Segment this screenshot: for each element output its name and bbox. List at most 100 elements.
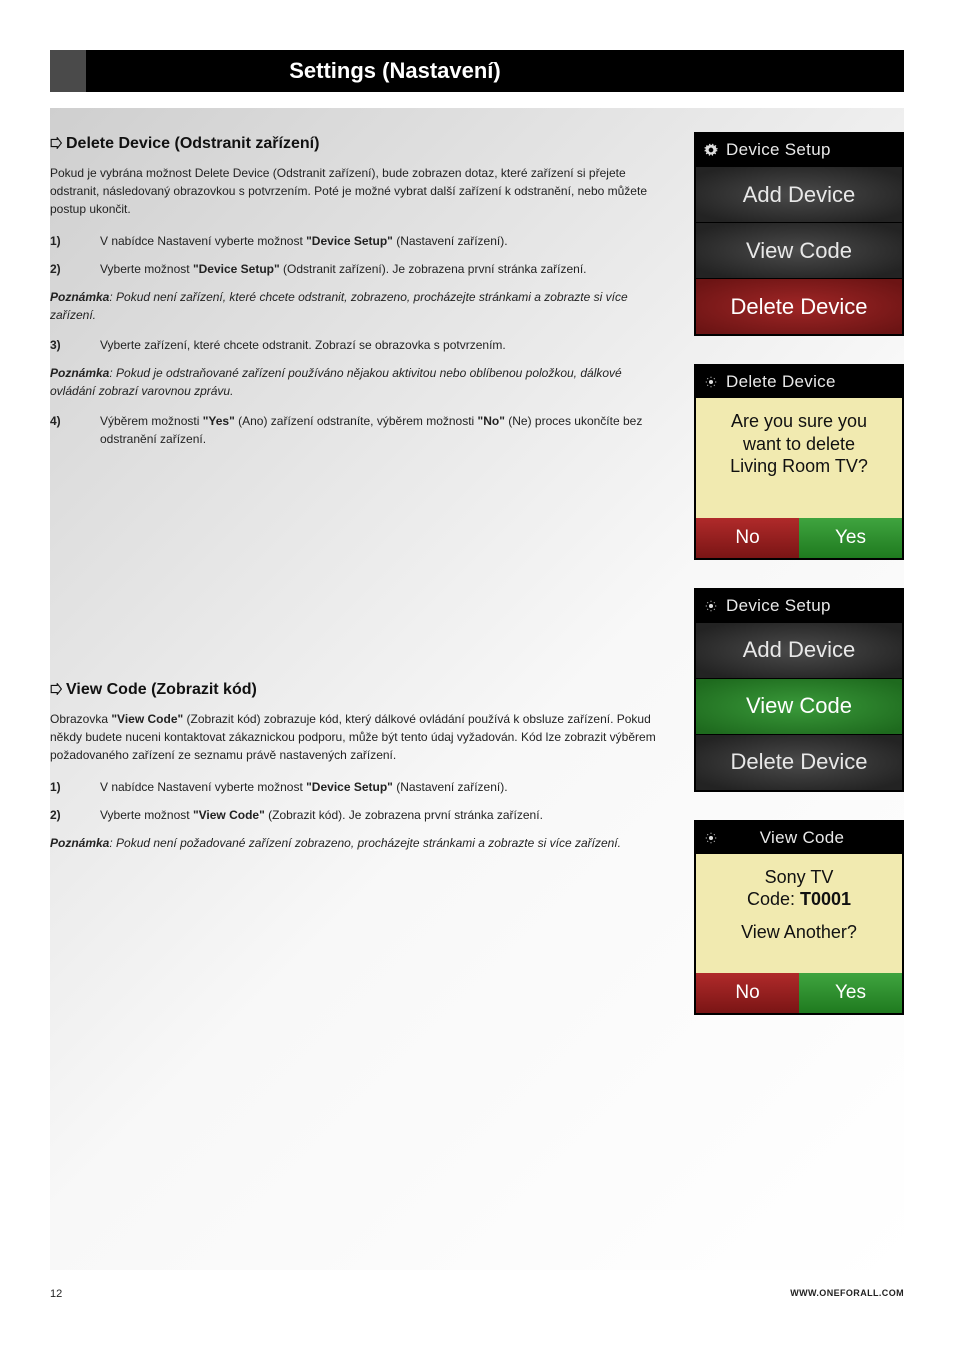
note-text: : Pokud není zařízení, které chcete odst… — [50, 290, 628, 322]
menu-add-device[interactable]: Add Device — [696, 166, 902, 222]
confirm-line: Living Room TV? — [704, 455, 894, 478]
gear-icon — [704, 599, 718, 613]
screen-header: Device Setup — [696, 590, 902, 622]
t: Vyberte možnost — [100, 262, 193, 276]
code-line: Code: T0001 — [704, 888, 894, 911]
yes-button[interactable]: Yes — [799, 518, 902, 558]
screen-title: Device Setup — [726, 140, 831, 160]
step-text: Výběrem možnosti "Yes" (Ano) zařízení od… — [100, 412, 664, 448]
step-row: 1) V nabídce Nastavení vyberte možnost "… — [50, 232, 664, 250]
step-text: Vyberte možnost "View Code" (Zobrazit kó… — [100, 806, 664, 824]
step-row: 2) Vyberte možnost "Device Setup" (Odstr… — [50, 260, 664, 278]
no-button[interactable]: No — [696, 973, 799, 1013]
arrow-right-icon — [50, 683, 62, 695]
step-row: 3) Vyberte zařízení, které chcete odstra… — [50, 336, 664, 354]
code-value: T0001 — [800, 889, 851, 909]
screen-title: Delete Device — [726, 372, 836, 392]
t: (Nastavení zařízení). — [393, 780, 508, 794]
step-text: V nabídce Nastavení vyberte možnost "Dev… — [100, 778, 664, 796]
page-title: Settings (Nastavení) — [86, 58, 904, 84]
t: "Device Setup" — [306, 234, 393, 248]
gear-icon — [704, 831, 718, 845]
screen-header: View Code — [696, 822, 902, 854]
left-column: Delete Device (Odstranit zařízení) Pokud… — [50, 132, 664, 1015]
menu-add-device[interactable]: Add Device — [696, 622, 902, 678]
t: Vyberte možnost — [100, 808, 193, 822]
view-another: View Another? — [704, 921, 894, 944]
t: V nabídce Nastavení vyberte možnost — [100, 780, 306, 794]
t: "View Code" — [111, 712, 183, 726]
note-label: Poznámka — [50, 290, 109, 304]
right-column: Device Setup Add Device View Code Delete… — [694, 132, 904, 1015]
step-number: 1) — [50, 778, 100, 796]
screen-title: View Code — [726, 828, 892, 848]
t: "Yes" — [203, 414, 235, 428]
no-button[interactable]: No — [696, 518, 799, 558]
screen-device-setup-delete: Device Setup Add Device View Code Delete… — [694, 132, 904, 336]
screen-title: Device Setup — [726, 596, 831, 616]
confirm-body: Are you sure you want to delete Living R… — [696, 398, 902, 518]
section2-intro: Obrazovka "View Code" (Zobrazit kód) zob… — [50, 710, 664, 764]
step-text: Vyberte zařízení, které chcete odstranit… — [100, 336, 664, 354]
t: (Ano) zařízení odstraníte, výběrem možno… — [235, 414, 478, 428]
step-number: 4) — [50, 412, 100, 448]
step-text: Vyberte možnost "Device Setup" (Odstrani… — [100, 260, 664, 278]
menu-view-code[interactable]: View Code — [696, 678, 902, 734]
t: Obrazovka — [50, 712, 111, 726]
code-label: Code: — [747, 889, 800, 909]
section2-heading: View Code (Zobrazit kód) — [50, 678, 664, 702]
code-body: Sony TV Code: T0001 View Another? — [696, 854, 902, 974]
note-label: Poznámka — [50, 366, 109, 380]
screen-delete-confirm: Delete Device Are you sure you want to d… — [694, 364, 904, 560]
t: (Nastavení zařízení). — [393, 234, 508, 248]
arrow-right-icon — [50, 137, 62, 149]
section2-heading-text: View Code (Zobrazit kód) — [66, 681, 257, 698]
confirm-buttons: No Yes — [696, 518, 902, 558]
page-number: 12 — [50, 1288, 62, 1300]
note-text: : Pokud je odstraňované zařízení používá… — [50, 366, 622, 398]
step-number: 2) — [50, 260, 100, 278]
step-row: 4) Výběrem možnosti "Yes" (Ano) zařízení… — [50, 412, 664, 448]
footer: 12 WWW.ONEFORALL.COM — [50, 1288, 904, 1300]
screen-device-setup-viewcode: Device Setup Add Device View Code Delete… — [694, 588, 904, 792]
t: (Zobrazit kód). Je zobrazena první strán… — [265, 808, 543, 822]
screen-view-code: View Code Sony TV Code: T0001 View Anoth… — [694, 820, 904, 1016]
section1-heading: Delete Device (Odstranit zařízení) — [50, 132, 664, 156]
menu-view-code[interactable]: View Code — [696, 222, 902, 278]
gear-icon — [704, 375, 718, 389]
step-row: 2) Vyberte možnost "View Code" (Zobrazit… — [50, 806, 664, 824]
tab-indicator — [50, 50, 86, 92]
screen-header: Device Setup — [696, 134, 902, 166]
step-number: 2) — [50, 806, 100, 824]
note2: Poznámka: Pokud je odstraňované zařízení… — [50, 364, 664, 400]
confirm-buttons: No Yes — [696, 973, 902, 1013]
step-row: 1) V nabídce Nastavení vyberte možnost "… — [50, 778, 664, 796]
menu-delete-device[interactable]: Delete Device — [696, 278, 902, 334]
t: Výběrem možnosti — [100, 414, 203, 428]
note-label: Poznámka — [50, 836, 109, 850]
gear-icon — [704, 143, 718, 157]
t: "No" — [478, 414, 505, 428]
confirm-line: want to delete — [704, 433, 894, 456]
section1-heading-text: Delete Device (Odstranit zařízení) — [66, 135, 319, 152]
t: V nabídce Nastavení vyberte možnost — [100, 234, 306, 248]
t: (Odstranit zařízení). Je zobrazena první… — [280, 262, 587, 276]
menu-delete-device[interactable]: Delete Device — [696, 734, 902, 790]
title-bar: Settings (Nastavení) — [50, 50, 904, 92]
device-name: Sony TV — [704, 866, 894, 889]
screen-header: Delete Device — [696, 366, 902, 398]
footer-url: WWW.ONEFORALL.COM — [790, 1288, 904, 1300]
confirm-line: Are you sure you — [704, 410, 894, 433]
t: "Device Setup" — [193, 262, 280, 276]
note-text: : Pokud není požadované zařízení zobraze… — [109, 836, 621, 850]
step-text: V nabídce Nastavení vyberte možnost "Dev… — [100, 232, 664, 250]
t: "Device Setup" — [306, 780, 393, 794]
note3: Poznámka: Pokud není požadované zařízení… — [50, 834, 664, 852]
note1: Poznámka: Pokud není zařízení, které chc… — [50, 288, 664, 324]
step-number: 1) — [50, 232, 100, 250]
t: "View Code" — [193, 808, 265, 822]
step-number: 3) — [50, 336, 100, 354]
spacer — [50, 458, 664, 678]
section1-intro: Pokud je vybrána možnost Delete Device (… — [50, 164, 664, 218]
yes-button[interactable]: Yes — [799, 973, 902, 1013]
